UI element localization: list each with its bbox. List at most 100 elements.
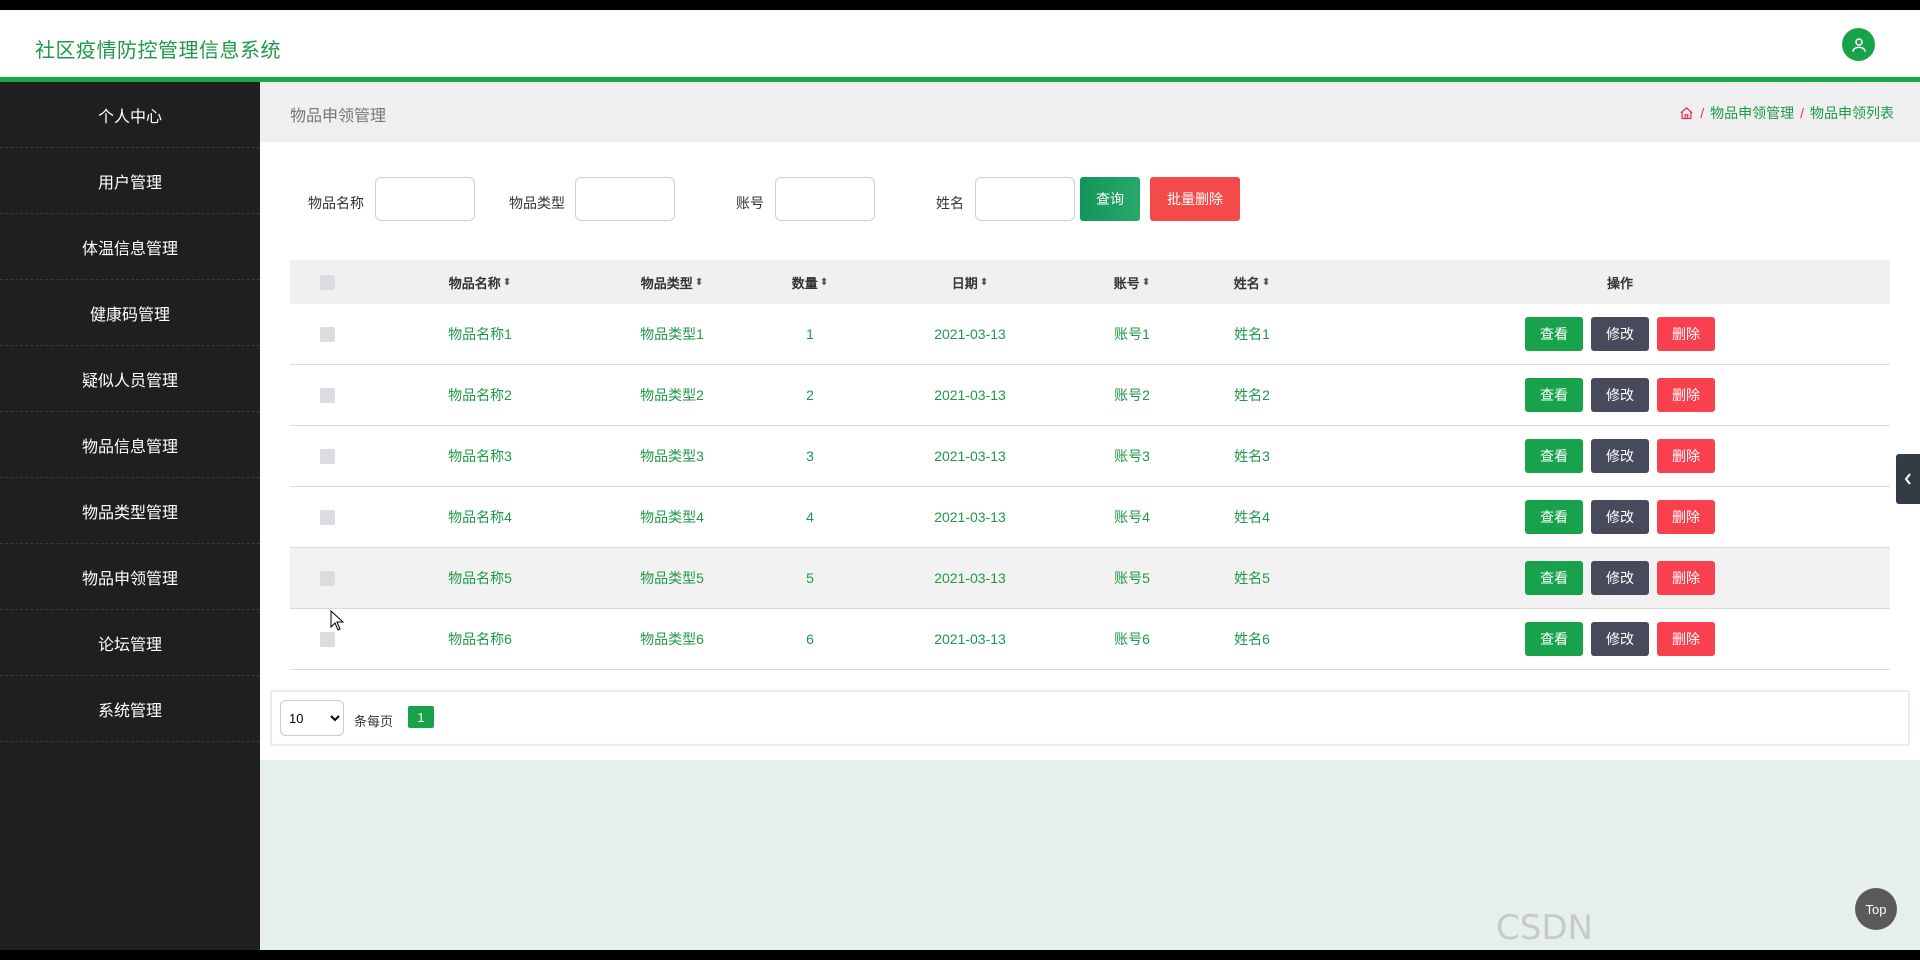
breadcrumb-separator: / — [1800, 105, 1804, 121]
row-checkbox[interactable] — [320, 570, 335, 586]
edit-button[interactable]: 修改 — [1591, 561, 1649, 595]
top-bar: 社区疫情防控管理信息系统 — [0, 10, 1920, 82]
view-button[interactable]: 查看 — [1525, 500, 1583, 534]
sidebar-item-health-code[interactable]: 健康码管理 — [0, 280, 260, 346]
row-checkbox[interactable] — [320, 509, 335, 525]
view-button[interactable]: 查看 — [1525, 622, 1583, 656]
row-actions: 查看 修改 删除 — [1490, 609, 1750, 669]
sidebar-item-temperature[interactable]: 体温信息管理 — [0, 214, 260, 280]
sidebar-item-forum[interactable]: 论坛管理 — [0, 610, 260, 676]
select-all-checkbox[interactable] — [320, 274, 335, 290]
header-label: 物品类型 — [640, 275, 693, 291]
row-actions: 查看 修改 删除 — [1490, 304, 1750, 364]
cell-quantity: 2 — [806, 387, 814, 403]
collapse-tab[interactable] — [1896, 454, 1920, 504]
cell-item-type: 物品类型5 — [640, 570, 704, 586]
row-checkbox[interactable] — [320, 326, 335, 342]
breadcrumb: / 物品申领管理 / 物品申领列表 — [1679, 103, 1894, 123]
edit-button[interactable]: 修改 — [1591, 439, 1649, 473]
account-input[interactable] — [775, 177, 875, 221]
delete-button[interactable]: 删除 — [1657, 622, 1715, 656]
header-label: 日期 — [951, 275, 978, 291]
home-icon[interactable] — [1679, 106, 1694, 121]
delete-button[interactable]: 删除 — [1657, 317, 1715, 351]
table-row: 物品名称4 物品类型4 4 2021-03-13 账号4 姓名4 查看 修改 删… — [290, 487, 1890, 548]
header-account[interactable]: 账号 ⬍ — [1092, 260, 1172, 304]
header-date[interactable]: 日期 ⬍ — [910, 260, 1030, 304]
cell-item-name: 物品名称5 — [448, 570, 512, 586]
row-actions: 查看 修改 删除 — [1490, 487, 1750, 547]
edit-button[interactable]: 修改 — [1591, 378, 1649, 412]
sidebar-item-label: 疑似人员管理 — [81, 372, 178, 390]
cell-account: 账号3 — [1114, 448, 1150, 464]
cell-date: 2021-03-13 — [934, 448, 1006, 464]
edit-button[interactable]: 修改 — [1591, 622, 1649, 656]
header-label: 账号 — [1113, 275, 1140, 291]
sidebar-item-item-type[interactable]: 物品类型管理 — [0, 478, 260, 544]
view-button[interactable]: 查看 — [1525, 439, 1583, 473]
edit-button[interactable]: 修改 — [1591, 317, 1649, 351]
page-title: 物品申领管理 — [290, 108, 387, 125]
cell-date: 2021-03-13 — [934, 387, 1006, 403]
sidebar-item-label: 论坛管理 — [97, 636, 162, 654]
header-item-type[interactable]: 物品类型 ⬍ — [612, 260, 732, 304]
header-quantity[interactable]: 数量 ⬍ — [770, 260, 850, 304]
sidebar-item-system[interactable]: 系统管理 — [0, 676, 260, 742]
delete-button[interactable]: 删除 — [1657, 500, 1715, 534]
search-bar: 物品名称 物品类型 账号 姓名 查询 批量删除 — [260, 177, 1920, 227]
cell-quantity: 4 — [806, 509, 814, 525]
sidebar-item-personal-center[interactable]: 个人中心 — [0, 82, 260, 148]
chevron-left-icon — [1904, 473, 1911, 485]
delete-button[interactable]: 删除 — [1657, 439, 1715, 473]
row-checkbox[interactable] — [320, 448, 335, 464]
view-button[interactable]: 查看 — [1525, 561, 1583, 595]
page-size-select[interactable]: 10 — [280, 700, 344, 736]
delete-button[interactable]: 删除 — [1657, 378, 1715, 412]
sidebar-item-item-info[interactable]: 物品信息管理 — [0, 412, 260, 478]
edit-button[interactable]: 修改 — [1591, 500, 1649, 534]
sidebar-item-suspected[interactable]: 疑似人员管理 — [0, 346, 260, 412]
row-actions: 查看 修改 删除 — [1490, 426, 1750, 486]
header-name[interactable]: 姓名 ⬍ — [1212, 260, 1292, 304]
app-title: 社区疫情防控管理信息系统 — [35, 40, 281, 62]
per-page-label: 条每页 — [354, 714, 394, 729]
sidebar-item-label: 物品信息管理 — [81, 438, 178, 456]
sidebar-item-label: 健康码管理 — [89, 306, 170, 324]
item-type-input[interactable] — [575, 177, 675, 221]
sidebar-item-user-management[interactable]: 用户管理 — [0, 148, 260, 214]
name-label: 姓名 — [936, 195, 964, 211]
sidebar: 个人中心 用户管理 体温信息管理 健康码管理 疑似人员管理 物品信息管理 物品类… — [0, 82, 260, 950]
cell-item-type: 物品类型4 — [640, 509, 704, 525]
sort-icon: ⬍ — [979, 276, 989, 288]
delete-button[interactable]: 删除 — [1657, 561, 1715, 595]
cell-account: 账号5 — [1114, 570, 1150, 586]
table-row: 物品名称5 物品类型5 5 2021-03-13 账号5 姓名5 查看 修改 删… — [290, 548, 1890, 609]
sort-icon: ⬍ — [1141, 276, 1151, 288]
breadcrumb-item[interactable]: 物品申领管理 — [1710, 103, 1794, 123]
item-name-input[interactable] — [375, 177, 475, 221]
sidebar-item-label: 物品申领管理 — [81, 570, 178, 588]
sidebar-item-label: 体温信息管理 — [81, 240, 178, 258]
breadcrumb-separator: / — [1700, 105, 1705, 121]
page-number-button[interactable]: 1 — [408, 706, 434, 728]
row-checkbox[interactable] — [320, 631, 335, 647]
batch-delete-button[interactable]: 批量删除 — [1150, 177, 1240, 221]
account-label: 账号 — [736, 195, 764, 211]
breadcrumb-item: 物品申领列表 — [1810, 105, 1894, 121]
sidebar-item-item-claim[interactable]: 物品申领管理 — [0, 544, 260, 610]
item-name-label: 物品名称 — [308, 195, 364, 211]
query-button[interactable]: 查询 — [1080, 177, 1140, 221]
user-avatar[interactable] — [1842, 28, 1875, 61]
cell-quantity: 5 — [806, 570, 814, 586]
view-button[interactable]: 查看 — [1525, 317, 1583, 351]
header-item-name[interactable]: 物品名称 ⬍ — [420, 260, 540, 304]
cell-item-name: 物品名称2 — [448, 387, 512, 403]
cell-quantity: 3 — [806, 448, 814, 464]
cell-account: 账号4 — [1114, 509, 1150, 525]
view-button[interactable]: 查看 — [1525, 378, 1583, 412]
cell-name: 姓名5 — [1234, 570, 1270, 586]
cell-item-type: 物品类型3 — [640, 448, 704, 464]
name-input[interactable] — [975, 177, 1075, 221]
cell-name: 姓名6 — [1234, 631, 1270, 647]
row-checkbox[interactable] — [320, 387, 335, 403]
